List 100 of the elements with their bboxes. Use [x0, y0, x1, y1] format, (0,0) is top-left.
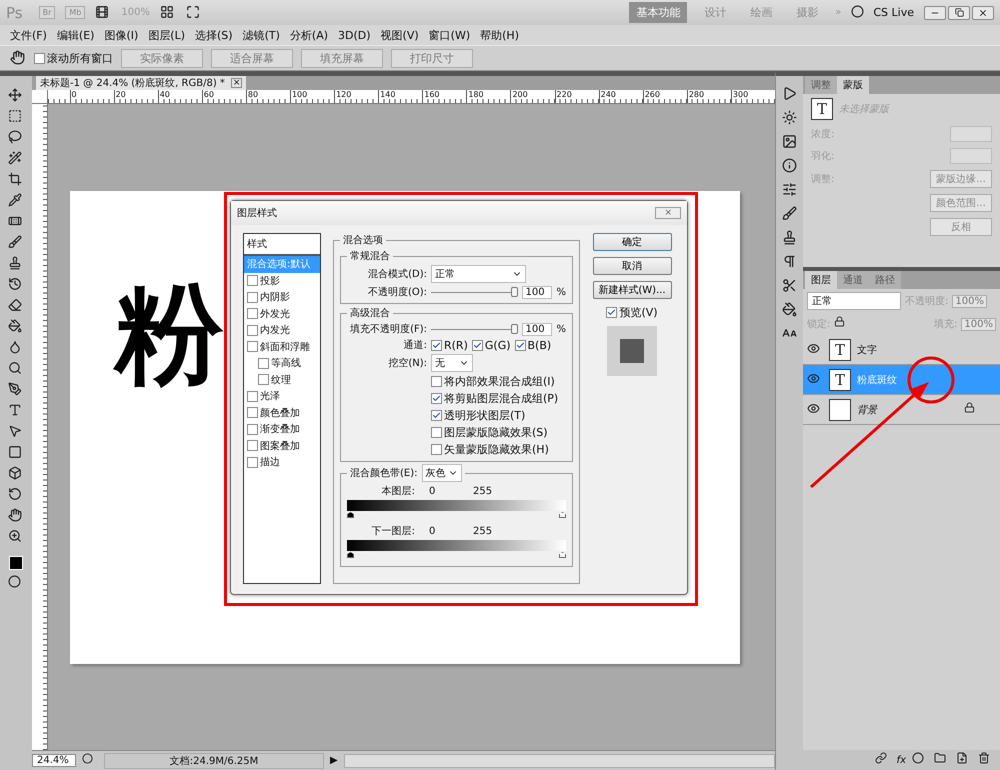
gradient-slider[interactable]: [347, 540, 566, 558]
dialog-button[interactable]: 取消: [592, 257, 672, 275]
document-tab[interactable]: 未标题-1 @ 24.4% (粉底斑纹, RGB/8) * ×: [36, 76, 246, 90]
brush-icon[interactable]: [782, 206, 798, 222]
menu-item[interactable]: 图像(I): [104, 28, 138, 42]
info-icon[interactable]: [782, 158, 798, 174]
menu-item[interactable]: 图层(L): [148, 28, 186, 42]
style-item[interactable]: 投影: [244, 272, 320, 289]
style-item[interactable]: 纹理: [244, 372, 320, 388]
hand-icon[interactable]: [8, 508, 24, 524]
brush-icon[interactable]: [8, 235, 24, 251]
menu-item[interactable]: 视图(V): [380, 28, 419, 42]
style-item[interactable]: 光泽: [244, 388, 320, 404]
layer-row[interactable]: T 粉底斑纹: [803, 365, 1000, 395]
hand-icon[interactable]: [10, 50, 26, 66]
eyedropper-icon[interactable]: [8, 193, 24, 209]
pen-icon[interactable]: [8, 382, 24, 398]
menu-item[interactable]: 分析(A): [290, 28, 328, 42]
menu-item[interactable]: 窗口(W): [428, 28, 470, 42]
checkbox[interactable]: [34, 52, 45, 64]
checkbox[interactable]: [431, 393, 442, 404]
menu-item[interactable]: 文件(F): [10, 28, 47, 42]
checkbox[interactable]: [431, 376, 442, 387]
number-field[interactable]: 100: [522, 322, 552, 336]
checkbox[interactable]: [247, 424, 258, 435]
color-swatch[interactable]: [9, 556, 23, 570]
style-item[interactable]: 颜色叠加: [244, 404, 320, 421]
checkbox[interactable]: [258, 374, 269, 386]
menu-item[interactable]: 滤镜(T): [242, 28, 280, 42]
checkbox[interactable]: [247, 390, 258, 402]
checkbox[interactable]: [431, 427, 442, 438]
blend-mode-select[interactable]: 正常: [431, 265, 526, 283]
style-item[interactable]: 外发光: [244, 306, 320, 322]
checkbox[interactable]: [431, 444, 442, 455]
slider-thumb[interactable]: [511, 287, 518, 297]
checkbox[interactable]: [258, 358, 269, 369]
style-item[interactable]: 描边: [244, 454, 320, 470]
paint-bucket-icon[interactable]: [8, 319, 24, 335]
horizontal-scrollbar[interactable]: [344, 754, 775, 768]
marquee-icon[interactable]: [8, 109, 24, 125]
wand-icon[interactable]: [8, 151, 24, 167]
status-menu-button[interactable]: ▶: [330, 755, 338, 766]
checkbox[interactable]: [247, 407, 258, 418]
style-item[interactable]: 渐变叠加: [244, 421, 320, 438]
cs-live-menu[interactable]: CS Live: [873, 6, 914, 19]
eraser-icon[interactable]: [8, 298, 24, 314]
panel-tab[interactable]: 路径: [869, 271, 901, 289]
style-item[interactable]: 内发光: [244, 322, 320, 338]
menu-item[interactable]: 3D(D): [338, 28, 371, 42]
gradient-slider[interactable]: [347, 500, 566, 518]
rectangle-icon[interactable]: [8, 445, 24, 461]
checkbox[interactable]: [247, 308, 258, 320]
checkbox[interactable]: [472, 340, 483, 350]
layout-grid-icon[interactable]: [160, 4, 176, 20]
slider-thumb[interactable]: [559, 512, 566, 518]
screen-mode-icon[interactable]: [186, 4, 202, 20]
sliders-icon[interactable]: [782, 182, 798, 198]
blend-band-select[interactable]: 灰色: [422, 464, 462, 482]
slider-thumb[interactable]: [347, 512, 354, 518]
history-brush-icon[interactable]: [8, 277, 24, 293]
panel-tab[interactable]: 调整: [805, 76, 837, 94]
number-field[interactable]: 100: [522, 286, 552, 298]
zoom-icon[interactable]: [8, 529, 24, 545]
knockout-select[interactable]: 无: [431, 354, 473, 372]
paragraph-icon[interactable]: [782, 254, 798, 270]
fx-button[interactable]: fx: [896, 754, 906, 766]
cube-icon[interactable]: [8, 466, 24, 482]
restore-button[interactable]: [948, 6, 970, 20]
zoom-field[interactable]: 24.4%: [32, 754, 76, 767]
style-item[interactable]: 斜面和浮雕: [244, 338, 320, 355]
image-icon[interactable]: [782, 134, 798, 150]
style-item[interactable]: 图案叠加: [244, 438, 320, 454]
checkbox[interactable]: [431, 340, 442, 350]
checkbox[interactable]: [247, 456, 258, 468]
menu-item[interactable]: 选择(S): [195, 28, 233, 42]
slider-thumb[interactable]: [511, 324, 518, 334]
blend-mode-select[interactable]: 正常: [807, 292, 901, 310]
checkbox[interactable]: [247, 275, 258, 286]
slider-thumb[interactable]: [347, 552, 354, 558]
checkbox[interactable]: [247, 440, 258, 452]
paint-bucket-icon[interactable]: [782, 302, 798, 318]
checkbox[interactable]: [606, 307, 618, 318]
close-tab-button[interactable]: ×: [230, 78, 242, 88]
crop-icon[interactable]: [8, 172, 24, 188]
checkbox[interactable]: [514, 340, 526, 350]
move-icon[interactable]: [8, 88, 24, 104]
slider-thumb[interactable]: [559, 552, 566, 558]
lasso-icon[interactable]: [8, 130, 24, 146]
rotate-icon[interactable]: [8, 487, 24, 503]
pointer-icon[interactable]: [8, 424, 24, 440]
feather-field[interactable]: [950, 148, 992, 164]
checkbox[interactable]: [247, 341, 258, 352]
checkbox[interactable]: [247, 292, 258, 303]
style-item[interactable]: 内阴影: [244, 289, 320, 306]
menu-item[interactable]: 帮助(H): [480, 28, 519, 42]
fill-field[interactable]: 100%: [961, 318, 996, 330]
style-item[interactable]: 等高线: [244, 355, 320, 372]
close-button[interactable]: ×: [655, 207, 681, 219]
checkbox[interactable]: [247, 324, 258, 336]
sun-icon[interactable]: [782, 110, 798, 126]
